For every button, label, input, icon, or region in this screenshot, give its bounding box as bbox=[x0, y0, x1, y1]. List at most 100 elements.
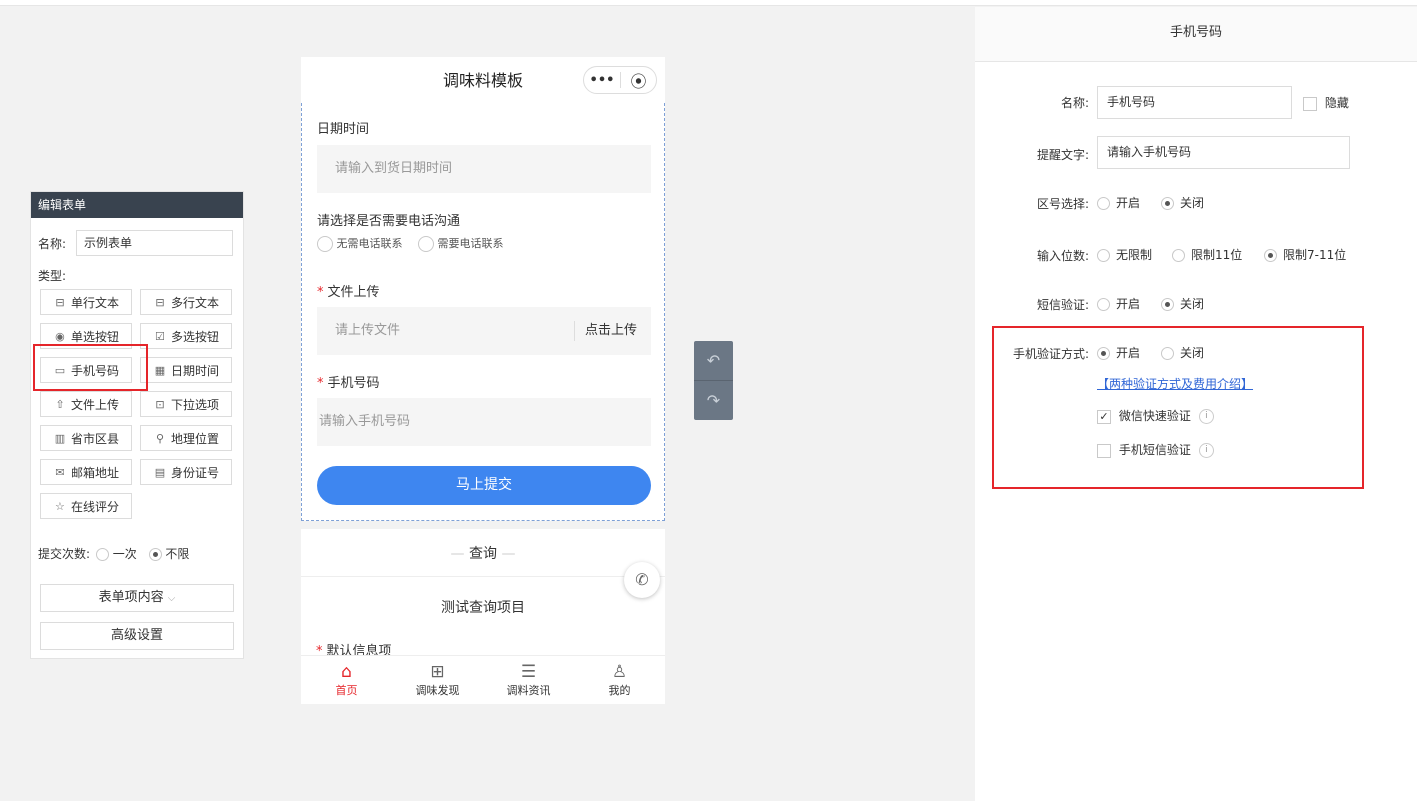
phone-call-icon[interactable]: ✆ bbox=[624, 562, 660, 598]
type-button-upload[interactable]: ⇧ 文件上传 bbox=[40, 391, 132, 417]
undo-icon[interactable]: ↶ bbox=[694, 341, 733, 380]
type-button-single-line[interactable]: ⊟ 单行文本 bbox=[40, 289, 132, 315]
phone-label-text: 手机号码 bbox=[327, 376, 380, 391]
tab-label: 调味发现 bbox=[415, 684, 460, 697]
close-target-icon[interactable]: ⦿ bbox=[621, 68, 656, 92]
digits-opt3-radio[interactable] bbox=[1264, 249, 1277, 262]
hide-option[interactable]: 隐藏 bbox=[1303, 94, 1349, 111]
phone-preview: 调味料模板 ••• ⦿ 日期时间 请输入到货日期时间 请选择是否需要电话沟通 无… bbox=[301, 57, 665, 704]
tab-grid[interactable]: ⊞ 调味发现 bbox=[392, 656, 483, 704]
type-button-mail[interactable]: ✉ 邮箱地址 bbox=[40, 459, 132, 485]
date-input[interactable]: 请输入到货日期时间 bbox=[317, 145, 651, 193]
tab-label: 首页 bbox=[335, 684, 358, 697]
type-button-star[interactable]: ☆ 在线评分 bbox=[40, 493, 132, 519]
query-title: — 查询 — bbox=[450, 546, 516, 562]
digits-opt3-label: 限制7-11位 bbox=[1283, 248, 1347, 262]
date-label: 日期时间 bbox=[317, 122, 370, 137]
contact-opt2-radio[interactable] bbox=[418, 236, 434, 252]
type-button-calendar[interactable]: ▦ 日期时间 bbox=[140, 357, 232, 383]
tab-label: 我的 bbox=[608, 684, 631, 697]
contact-opt2-label: 需要电话联系 bbox=[437, 237, 504, 250]
edit-form-panel: 编辑表单 名称: 示例表单 类型: 提交次数: 一次 不限 表单项内容 ⌵ 高级… bbox=[30, 191, 244, 659]
form-content-button[interactable]: 表单项内容 ⌵ bbox=[40, 584, 234, 612]
digits-opt1-radio[interactable] bbox=[1097, 249, 1110, 262]
area-on-option[interactable]: 开启 bbox=[1097, 194, 1140, 211]
file-label: * 文件上传 bbox=[317, 281, 380, 300]
submit-times-row: 提交次数: 一次 不限 bbox=[38, 545, 189, 562]
submit-unlimited-radio[interactable] bbox=[148, 548, 162, 561]
sms-off-label: 关闭 bbox=[1180, 297, 1205, 311]
sms-on-option[interactable]: 开启 bbox=[1097, 295, 1140, 312]
file-input[interactable]: 请上传文件 点击上传 bbox=[317, 307, 651, 355]
type-button-label: 日期时间 bbox=[170, 363, 219, 378]
type-button-checkbox[interactable]: ☑ 多选按钮 bbox=[140, 323, 232, 349]
radio-icon: ◉ bbox=[55, 329, 65, 343]
type-button-id-card[interactable]: ▤ 身份证号 bbox=[140, 459, 232, 485]
digits-opt3[interactable]: 限制7-11位 bbox=[1264, 246, 1346, 263]
type-button-label: 多选按钮 bbox=[170, 329, 219, 344]
sms-off-option[interactable]: 关闭 bbox=[1161, 295, 1204, 312]
digits-opt1[interactable]: 无限制 bbox=[1097, 246, 1152, 263]
calendar-icon: ▦ bbox=[154, 363, 166, 377]
tab-label: 调料资讯 bbox=[506, 684, 551, 697]
type-label: 类型: bbox=[38, 269, 67, 283]
hide-checkbox[interactable] bbox=[1303, 96, 1317, 111]
area-off-radio[interactable] bbox=[1161, 197, 1174, 210]
area-off-label: 关闭 bbox=[1180, 196, 1205, 210]
tab-home[interactable]: ⌂ 首页 bbox=[301, 656, 392, 704]
highlight-box-phone-type bbox=[33, 344, 148, 391]
digits-opt2[interactable]: 限制11位 bbox=[1172, 246, 1242, 263]
submit-once-radio[interactable] bbox=[95, 548, 109, 561]
type-button-location[interactable]: ⚲ 地理位置 bbox=[140, 425, 232, 451]
advanced-settings-button[interactable]: 高级设置 bbox=[40, 622, 234, 650]
upload-button[interactable]: 点击上传 bbox=[573, 321, 651, 341]
phone-input[interactable]: 请输入手机号码 bbox=[317, 398, 651, 446]
type-button-dropdown[interactable]: ⊡ 下拉选项 bbox=[140, 391, 232, 417]
more-icon[interactable]: ••• bbox=[584, 73, 620, 88]
digits-opt1-label: 无限制 bbox=[1116, 248, 1153, 262]
sms-off-radio[interactable] bbox=[1161, 298, 1174, 311]
contact-opt1-radio[interactable] bbox=[317, 236, 333, 252]
type-button-label: 在线评分 bbox=[70, 499, 119, 514]
sms-on-radio[interactable] bbox=[1097, 298, 1110, 311]
submit-button[interactable]: 马上提交 bbox=[317, 466, 651, 505]
tab-bar: ⌂ 首页 ⊞ 调味发现 ☰ 调料资讯 ♙ 我的 bbox=[301, 655, 665, 704]
area-off-option[interactable]: 关闭 bbox=[1161, 194, 1204, 211]
field-name-input[interactable]: 手机号码 bbox=[1097, 86, 1292, 119]
digits-opt2-radio[interactable] bbox=[1172, 249, 1185, 262]
contact-opt1-label: 无需电话联系 bbox=[336, 237, 403, 250]
single-line-icon: ⊟ bbox=[55, 295, 65, 309]
type-button-label: 多行文本 bbox=[170, 295, 219, 310]
tab-document[interactable]: ☰ 调料资讯 bbox=[483, 656, 574, 704]
submit-unlimited-label: 不限 bbox=[165, 547, 190, 561]
mini-program-capsule[interactable]: ••• ⦿ bbox=[583, 66, 657, 94]
hide-label: 隐藏 bbox=[1324, 96, 1349, 110]
type-button-label: 文件上传 bbox=[70, 397, 119, 412]
location-icon: ⚲ bbox=[155, 431, 165, 445]
submit-once-label: 一次 bbox=[112, 547, 137, 561]
type-button-multi-line[interactable]: ⊟ 多行文本 bbox=[140, 289, 232, 315]
star-icon: ☆ bbox=[55, 499, 65, 513]
settings-title: 手机号码 bbox=[975, 7, 1417, 62]
sms-label: 短信验证: bbox=[1036, 298, 1089, 312]
redo-icon[interactable]: ↷ bbox=[694, 381, 733, 420]
type-button-label: 单选按钮 bbox=[70, 329, 119, 344]
query-item[interactable]: 测试查询项目 bbox=[301, 597, 665, 617]
form-name-input[interactable]: 示例表单 bbox=[76, 230, 233, 256]
undo-redo-toolbar: ↶ ↷ bbox=[694, 341, 733, 420]
required-mark: * bbox=[317, 285, 324, 300]
sms-on-label: 开启 bbox=[1116, 297, 1141, 311]
type-button-building[interactable]: ▥ 省市区县 bbox=[40, 425, 132, 451]
hint-label: 提醒文字: bbox=[1036, 148, 1089, 162]
digits-opt2-label: 限制11位 bbox=[1191, 248, 1243, 262]
type-button-label: 单行文本 bbox=[70, 295, 119, 310]
tab-user[interactable]: ♙ 我的 bbox=[574, 656, 665, 704]
name-label: 名称: bbox=[1060, 96, 1089, 110]
hint-input[interactable]: 请输入手机号码 bbox=[1097, 136, 1350, 169]
file-label-text: 文件上传 bbox=[327, 285, 380, 300]
type-button-label: 身份证号 bbox=[170, 465, 219, 480]
upload-icon: ⇧ bbox=[55, 397, 65, 411]
file-placeholder: 请上传文件 bbox=[335, 323, 401, 338]
area-on-radio[interactable] bbox=[1097, 197, 1110, 210]
type-button-label: 省市区县 bbox=[70, 431, 119, 446]
